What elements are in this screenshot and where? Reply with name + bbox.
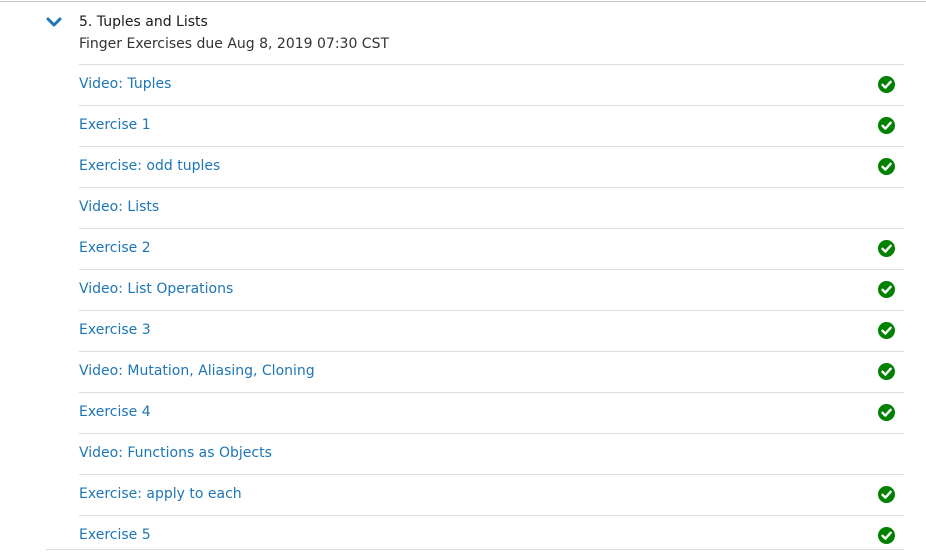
check-circle-icon: [878, 281, 895, 298]
check-circle-icon: [878, 76, 895, 93]
unit-link[interactable]: Exercise 3: [79, 322, 151, 338]
check-circle-icon: [878, 240, 895, 257]
course-section: 5. Tuples and Lists Finger Exercises due…: [0, 2, 926, 544]
section-due-date: Finger Exercises due Aug 8, 2019 07:30 C…: [79, 36, 390, 52]
unit-row: Exercise 1: [79, 105, 904, 146]
check-circle-icon: [878, 404, 895, 421]
unit-link[interactable]: Video: Tuples: [79, 76, 171, 92]
section-header[interactable]: 5. Tuples and Lists Finger Exercises due…: [0, 2, 926, 64]
unit-row: Exercise 4: [79, 392, 904, 433]
unit-list: Video: Tuples Exercise 1 Exercise: odd t…: [79, 64, 904, 556]
bottom-divider: [46, 549, 904, 550]
unit-link[interactable]: Video: Functions as Objects: [79, 445, 272, 461]
unit-link[interactable]: Video: List Operations: [79, 281, 233, 297]
unit-row: Video: Lists: [79, 187, 904, 228]
check-circle-icon: [878, 527, 895, 544]
chevron-down-icon[interactable]: [46, 16, 62, 30]
check-circle-icon: [878, 322, 895, 339]
unit-row: Video: Mutation, Aliasing, Cloning: [79, 351, 904, 392]
unit-row: Exercise: apply to each: [79, 474, 904, 515]
unit-link[interactable]: Exercise 5: [79, 527, 151, 543]
check-circle-icon: [878, 117, 895, 134]
unit-row: Exercise 3: [79, 310, 904, 351]
unit-link[interactable]: Exercise: odd tuples: [79, 158, 220, 174]
unit-row: Exercise: odd tuples: [79, 146, 904, 187]
unit-link[interactable]: Exercise 2: [79, 240, 151, 256]
unit-row: Video: List Operations: [79, 269, 904, 310]
unit-link[interactable]: Exercise 1: [79, 117, 151, 133]
check-circle-icon: [878, 486, 895, 503]
unit-row: Video: Functions as Objects: [79, 433, 904, 474]
unit-row: Video: Tuples: [79, 64, 904, 105]
unit-link[interactable]: Exercise: apply to each: [79, 486, 242, 502]
unit-link[interactable]: Exercise 4: [79, 404, 151, 420]
section-title: 5. Tuples and Lists: [79, 14, 208, 30]
check-circle-icon: [878, 158, 895, 175]
unit-link[interactable]: Video: Mutation, Aliasing, Cloning: [79, 363, 315, 379]
unit-link[interactable]: Video: Lists: [79, 199, 159, 215]
unit-row: Exercise 2: [79, 228, 904, 269]
check-circle-icon: [878, 363, 895, 380]
